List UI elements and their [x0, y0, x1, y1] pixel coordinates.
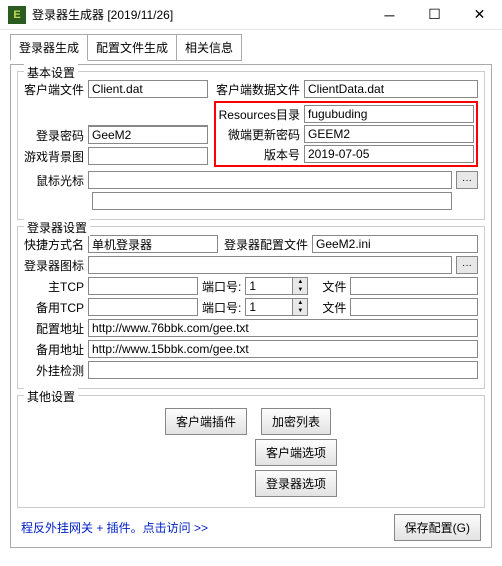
- bak-url-label: 备用地址: [24, 341, 84, 358]
- client-data-label: 客户端数据文件: [212, 81, 300, 98]
- version-label: 版本号: [218, 146, 300, 163]
- resources-input[interactable]: [304, 105, 474, 123]
- save-config-button[interactable]: 保存配置(G): [394, 514, 481, 541]
- login-legend: 登录器设置: [24, 219, 90, 236]
- login-pwd-input[interactable]: [88, 126, 208, 144]
- icon-input[interactable]: [88, 256, 452, 274]
- other-legend: 其他设置: [24, 388, 78, 405]
- config-url-input[interactable]: [88, 319, 478, 337]
- main-tcp-input[interactable]: [88, 277, 198, 295]
- file2-label: 文件: [322, 299, 346, 316]
- bak-tcp-input[interactable]: [88, 298, 198, 316]
- close-button[interactable]: ✕: [457, 0, 502, 30]
- file1-input[interactable]: [350, 277, 478, 295]
- bg-input[interactable]: [88, 147, 208, 165]
- basic-settings: 基本设置 客户端文件 客户端数据文件 Resources目录 微端更新密码: [17, 71, 485, 220]
- extra-input[interactable]: [92, 192, 452, 210]
- config-file-input[interactable]: [312, 235, 478, 253]
- client-data-input[interactable]: [304, 80, 478, 98]
- client-file-input[interactable]: [88, 80, 208, 98]
- icon-browse-button[interactable]: ···: [456, 256, 478, 274]
- resources-label: Resources目录: [218, 106, 300, 123]
- basic-legend: 基本设置: [24, 64, 78, 81]
- port1-up[interactable]: ▲: [293, 278, 307, 286]
- bg-label: 游戏背景图: [24, 148, 84, 165]
- micro-pwd-label: 微端更新密码: [218, 126, 300, 143]
- plugin-check-input[interactable]: [88, 361, 478, 379]
- port1-down[interactable]: ▼: [293, 286, 307, 294]
- cursor-label: 鼠标光标: [24, 172, 84, 189]
- file1-label: 文件: [322, 278, 346, 295]
- tab-info[interactable]: 相关信息: [176, 34, 242, 61]
- port2-down[interactable]: ▼: [293, 307, 307, 315]
- port1-input[interactable]: [245, 277, 293, 295]
- config-file-label: 登录器配置文件: [222, 236, 308, 253]
- tab-generator[interactable]: 登录器生成: [10, 34, 88, 61]
- config-url-label: 配置地址: [24, 320, 84, 337]
- cursor-browse-button[interactable]: ···: [456, 171, 478, 189]
- other-settings: 其他设置 客户端插件 加密列表 客户端选项 登录器选项: [17, 395, 485, 508]
- cursor-input[interactable]: [88, 171, 452, 189]
- micro-pwd-input[interactable]: [304, 125, 474, 143]
- bak-tcp-label: 备用TCP: [24, 299, 84, 316]
- window-title: 登录器生成器 [2019/11/26]: [32, 6, 367, 23]
- bak-url-input[interactable]: [88, 340, 478, 358]
- file2-input[interactable]: [350, 298, 478, 316]
- port1-label: 端口号:: [202, 278, 241, 295]
- highlight-box: Resources目录 微端更新密码 版本号: [214, 101, 478, 167]
- client-options-button[interactable]: 客户端选项: [255, 439, 337, 466]
- client-file-label: 客户端文件: [24, 81, 84, 98]
- icon-label: 登录器图标: [24, 257, 84, 274]
- main-tcp-label: 主TCP: [24, 278, 84, 295]
- encrypt-list-button[interactable]: 加密列表: [261, 408, 331, 435]
- version-input[interactable]: [304, 145, 474, 163]
- shortcut-input[interactable]: [88, 235, 218, 253]
- tabs: 登录器生成 配置文件生成 相关信息: [10, 34, 492, 61]
- shortcut-label: 快捷方式名: [24, 236, 84, 253]
- port2-label: 端口号:: [202, 299, 241, 316]
- port2-up[interactable]: ▲: [293, 299, 307, 307]
- maximize-button[interactable]: ☐: [412, 0, 457, 30]
- login-pwd-label: 登录密码: [24, 127, 84, 144]
- minimize-button[interactable]: ─: [367, 0, 412, 30]
- client-plugin-button[interactable]: 客户端插件: [165, 408, 247, 435]
- login-settings: 登录器设置 快捷方式名 登录器配置文件 登录器图标 ··· 主TCP 端口号: …: [17, 226, 485, 389]
- login-options-button[interactable]: 登录器选项: [255, 470, 337, 497]
- app-icon: E: [8, 6, 26, 24]
- port2-input[interactable]: [245, 298, 293, 316]
- plugin-check-label: 外挂检测: [24, 362, 84, 379]
- footer-link[interactable]: 程反外挂网关 + 插件。点击访问 >>: [21, 519, 208, 536]
- titlebar: E 登录器生成器 [2019/11/26] ─ ☐ ✕: [0, 0, 502, 30]
- tab-config[interactable]: 配置文件生成: [87, 34, 177, 61]
